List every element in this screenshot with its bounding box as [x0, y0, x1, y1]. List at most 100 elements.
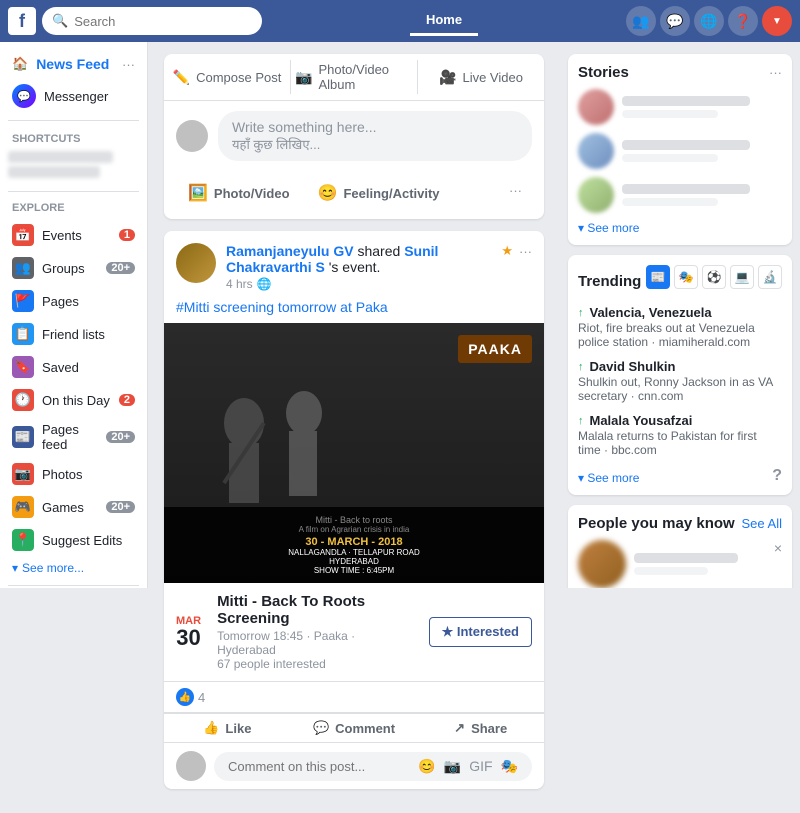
like-button[interactable]: 👍 Like: [164, 714, 291, 742]
games-icon: 🎮: [12, 496, 34, 518]
trending-see-more[interactable]: ▾ See more: [578, 471, 639, 485]
trending-name-3[interactable]: ↑ Malala Yousafzai: [578, 413, 782, 428]
comment-button[interactable]: 💬 Comment: [291, 714, 418, 742]
emoji-icon[interactable]: 😊: [418, 758, 435, 775]
sidebar-item-pages[interactable]: 🚩 Pages: [4, 285, 143, 317]
share-icon: ↗: [454, 720, 465, 736]
people-see-all[interactable]: See All: [742, 516, 782, 531]
author-name-text[interactable]: Ramanjaneyulu GV: [226, 243, 354, 259]
story-item-3[interactable]: [578, 177, 782, 213]
live-video-tab[interactable]: 🎥 Live Video: [418, 54, 544, 100]
compose-icon: ✏️: [173, 69, 190, 86]
shortcuts-blurred: [0, 147, 147, 185]
sidebar-item-photos[interactable]: 📷 Photos: [4, 458, 143, 490]
stories-see-more[interactable]: ▾ See more: [578, 221, 782, 235]
on-this-day-icon: 🕐: [12, 389, 34, 411]
trending-name-text-3: Malala Yousafzai: [590, 413, 693, 428]
people-title: People you may know: [578, 515, 735, 532]
trend-filter-news[interactable]: 📰: [646, 265, 670, 289]
news-feed-dots[interactable]: ···: [122, 57, 135, 72]
trend-arrow-2: ↑: [578, 361, 584, 373]
star-icon[interactable]: ★: [501, 243, 513, 259]
pages-feed-badge: 20+: [106, 431, 135, 443]
sidebar-item-friend-lists[interactable]: 📋 Friend lists: [4, 318, 143, 350]
sidebar-item-events[interactable]: 📅 Events 1: [4, 219, 143, 251]
post-header-actions: ★ ···: [501, 243, 532, 259]
dropdown-icon-btn[interactable]: ▼: [762, 6, 792, 36]
saved-icon: 🔖: [12, 356, 34, 378]
see-more-explore[interactable]: ▾ See more...: [0, 557, 147, 579]
story-item-2[interactable]: [578, 133, 782, 169]
trending-name-1[interactable]: ↑ Valencia, Venezuela: [578, 305, 782, 320]
comment-input[interactable]: [228, 759, 418, 774]
messenger-icon-btn[interactable]: 💬: [660, 6, 690, 36]
trending-footer: ▾ See more ?: [578, 467, 782, 485]
camera-icon[interactable]: 📷: [444, 758, 461, 775]
trending-item-3: ↑ Malala Yousafzai Malala returns to Pak…: [578, 413, 782, 457]
trending-header: Trending 📰 🎭 ⚽ 💻 🔬: [578, 265, 782, 297]
photo-album-tab[interactable]: 📷 Photo/Video Album: [291, 54, 417, 100]
sidebar-item-games[interactable]: 🎮 Games 20+: [4, 491, 143, 523]
news-feed-header: 🏠 News Feed ···: [4, 52, 143, 76]
post-menu-dots[interactable]: ···: [519, 244, 532, 259]
trend-filter-sports[interactable]: ⚽: [702, 265, 726, 289]
post-author-name: Ramanjaneyulu GV shared Sunil Chakravart…: [226, 243, 501, 275]
feeling-activity-btn[interactable]: 😊 Feeling/Activity: [306, 177, 452, 209]
film-text-overlay: Mitti - Back to roots A film on Agrarian…: [164, 507, 544, 583]
news-feed-item[interactable]: 🏠 News Feed: [12, 56, 122, 72]
friends-icon-btn[interactable]: 👥: [626, 6, 656, 36]
home-nav-button[interactable]: Home: [410, 6, 478, 36]
sidebar-item-saved[interactable]: 🔖 Saved: [4, 351, 143, 383]
compose-post-tab[interactable]: ✏️ Compose Post: [164, 54, 290, 100]
photo-album-label: Photo/Video Album: [318, 62, 413, 92]
friend-lists-label: Friend lists: [42, 327, 135, 342]
search-input[interactable]: [74, 14, 252, 29]
sidebar-item-pages-feed[interactable]: 📰 Pages feed 20+: [4, 417, 143, 457]
trending-name-2[interactable]: ↑ David Shulkin: [578, 359, 782, 374]
live-video-label: Live Video: [462, 70, 522, 85]
globe-icon-btn[interactable]: 🌐: [694, 6, 724, 36]
pages-icon: 🚩: [12, 290, 34, 312]
search-bar[interactable]: 🔍: [42, 7, 262, 35]
person-close-1[interactable]: ×: [774, 540, 782, 556]
news-feed-icon: 🏠: [12, 56, 28, 72]
shared-suffix: 's event.: [329, 259, 381, 275]
trend-filter-tech[interactable]: 💻: [730, 265, 754, 289]
commenter-avatar: [176, 751, 206, 781]
poster-logo-badge: PAAKA: [458, 335, 532, 363]
photos-label: Photos: [42, 467, 135, 482]
event-title[interactable]: Mitti - Back To Roots Screening: [217, 593, 417, 627]
trending-question-mark[interactable]: ?: [772, 467, 782, 485]
story-text-2: [622, 140, 782, 162]
trending-item-2: ↑ David Shulkin Shulkin out, Ronny Jacks…: [578, 359, 782, 403]
sidebar-item-suggest-edits[interactable]: 📍 Suggest Edits: [4, 524, 143, 556]
gif-icon[interactable]: GIF: [469, 758, 492, 775]
stories-dots[interactable]: ···: [769, 65, 782, 80]
trend-filter-entertainment[interactable]: 🎭: [674, 265, 698, 289]
sidebar-item-on-this-day[interactable]: 🕐 On this Day 2: [4, 384, 143, 416]
compose-more-btn[interactable]: ···: [499, 177, 532, 209]
sidebar-item-messenger[interactable]: 💬 Messenger: [4, 78, 143, 114]
sticker-icon[interactable]: 🎭: [501, 758, 518, 775]
sidebar-item-groups[interactable]: 👥 Groups 20+: [4, 252, 143, 284]
sidebar-divider-3: [8, 585, 139, 586]
stories-title: Stories: [578, 64, 629, 81]
facebook-logo[interactable]: f: [8, 7, 36, 35]
photo-video-btn[interactable]: 🖼️ Photo/Video: [176, 177, 302, 209]
trending-name-text-1: Valencia, Venezuela: [590, 305, 712, 320]
share-button[interactable]: ↗ Share: [417, 714, 544, 742]
groups-badge: 20+: [106, 262, 135, 274]
event-info-bar: MAR 30 Mitti - Back To Roots Screening T…: [164, 583, 544, 682]
interested-button[interactable]: ★ Interested: [429, 617, 532, 647]
hashtag-link[interactable]: #Mitti screening tomorrow at Paka: [176, 299, 388, 315]
compose-tabs: ✏️ Compose Post 📷 Photo/Video Album 🎥 Li…: [164, 54, 544, 101]
story-item-1[interactable]: [578, 89, 782, 125]
sidebar-divider-1: [8, 120, 139, 121]
comment-action-icons: 😊 📷 GIF 🎭: [418, 758, 518, 775]
comment-input-wrapper[interactable]: 😊 📷 GIF 🎭: [214, 752, 532, 781]
suggest-edits-label: Suggest Edits: [42, 533, 135, 548]
help-icon-btn[interactable]: ❓: [728, 6, 758, 36]
trend-filter-science[interactable]: 🔬: [758, 265, 782, 289]
compose-text-area[interactable]: Write something here... यहाँ कुछ लिखिए..…: [218, 111, 532, 161]
event-date: MAR 30: [176, 615, 201, 649]
